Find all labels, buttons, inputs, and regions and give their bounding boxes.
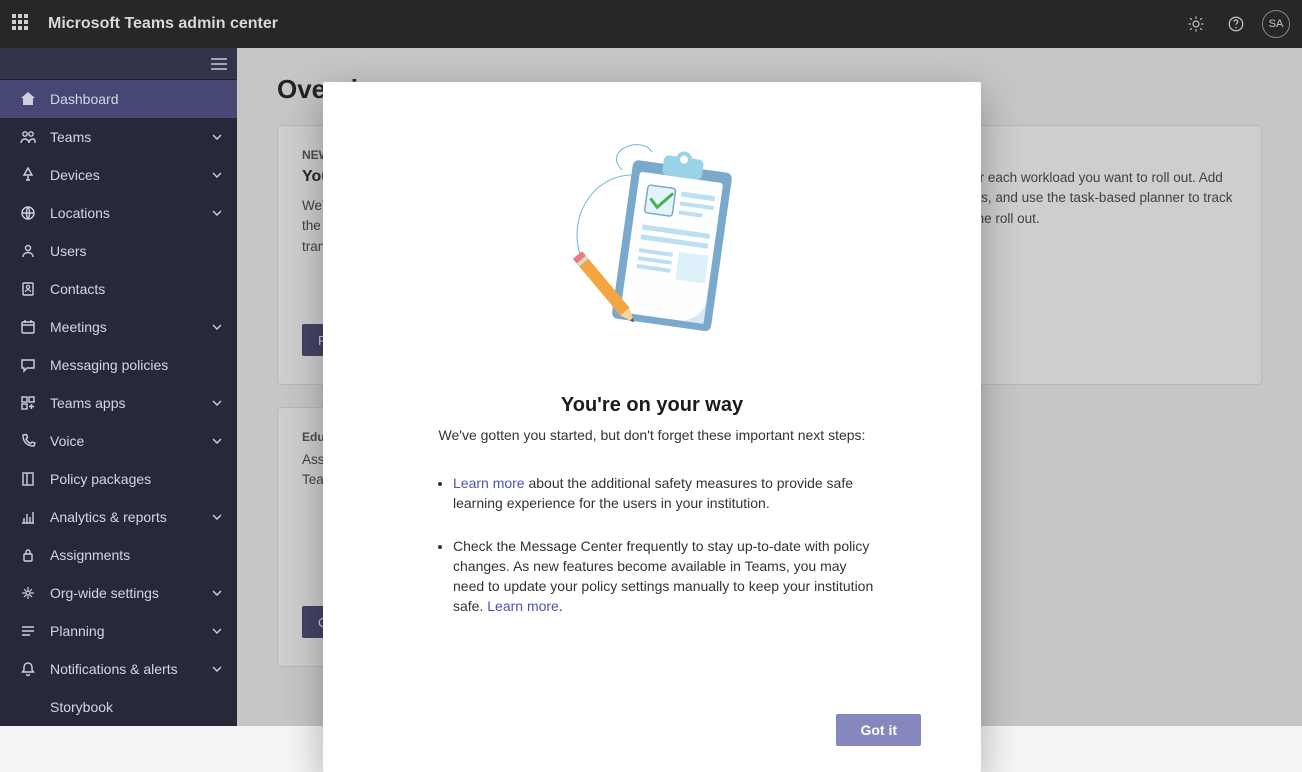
gear-icon — [1187, 15, 1205, 33]
sidebar-item-messaging-policies[interactable]: Messaging policies — [0, 346, 237, 384]
sidebar-item-dashboard[interactable]: Dashboard — [0, 80, 237, 118]
package-icon — [18, 471, 38, 487]
hamburger-icon[interactable] — [211, 58, 227, 70]
sidebar-item-label: Devices — [50, 167, 209, 183]
sidebar-item-meetings[interactable]: Meetings — [0, 308, 237, 346]
modal-title: You're on your way — [383, 394, 921, 417]
sidebar-item-label: Teams apps — [50, 395, 209, 411]
sidebar: Dashboard Teams Devices Locations Users Conta… — [0, 48, 237, 726]
chevron-down-icon — [209, 208, 225, 218]
help-button[interactable] — [1216, 0, 1256, 48]
sidebar-item-label: Notifications & alerts — [50, 661, 209, 677]
help-icon — [1227, 15, 1245, 33]
sidebar-item-label: Voice — [50, 433, 209, 449]
sidebar-item-assignments[interactable]: Assignments — [0, 536, 237, 574]
settings-button[interactable] — [1176, 0, 1216, 48]
sidebar-item-analytics-reports[interactable]: Analytics & reports — [0, 498, 237, 536]
calendar-icon — [18, 319, 38, 335]
chevron-down-icon — [209, 588, 225, 598]
user-avatar[interactable]: SA — [1262, 10, 1290, 38]
sidebar-item-contacts[interactable]: Contacts — [0, 270, 237, 308]
phone-icon — [18, 433, 38, 449]
person-icon — [18, 243, 38, 259]
contacts-icon — [18, 281, 38, 297]
learn-more-safety-link[interactable]: Learn more — [453, 475, 525, 491]
chevron-down-icon — [209, 436, 225, 446]
people-icon — [18, 129, 38, 145]
sidebar-collapse-row — [0, 48, 237, 80]
sidebar-item-label: Assignments — [50, 547, 225, 563]
sidebar-item-label: Storybook — [50, 699, 225, 715]
sidebar-item-devices[interactable]: Devices — [0, 156, 237, 194]
sidebar-item-users[interactable]: Users — [0, 232, 237, 270]
sidebar-item-policy-packages[interactable]: Policy packages — [0, 460, 237, 498]
sidebar-item-label: Org-wide settings — [50, 585, 209, 601]
sidebar-item-label: Analytics & reports — [50, 509, 209, 525]
chevron-down-icon — [209, 664, 225, 674]
got-it-button[interactable]: Got it — [836, 714, 921, 746]
modal-bullet-2: Check the Message Center frequently to s… — [453, 536, 881, 617]
chevron-down-icon — [209, 398, 225, 408]
apps-icon — [18, 395, 38, 411]
device-icon — [18, 167, 38, 183]
sidebar-item-teams[interactable]: Teams — [0, 118, 237, 156]
modal-subtitle: We've gotten you started, but don't forg… — [383, 427, 921, 443]
planning-icon — [18, 623, 38, 639]
chevron-down-icon — [209, 512, 225, 522]
sidebar-item-label: Policy packages — [50, 471, 225, 487]
chevron-down-icon — [209, 322, 225, 332]
sidebar-item-org-wide-settings[interactable]: Org-wide settings — [0, 574, 237, 612]
bell-icon — [18, 661, 38, 677]
app-header: Microsoft Teams admin center SA — [0, 0, 1302, 48]
sidebar-item-locations[interactable]: Locations — [0, 194, 237, 232]
learn-more-message-center-link[interactable]: Learn more — [487, 598, 559, 614]
nav-list: Dashboard Teams Devices Locations Users Conta… — [0, 80, 237, 726]
lock-icon — [18, 547, 38, 563]
sidebar-item-label: Teams — [50, 129, 209, 145]
home-icon — [18, 91, 38, 107]
org-icon — [18, 585, 38, 601]
chevron-down-icon — [209, 626, 225, 636]
chevron-down-icon — [209, 170, 225, 180]
sidebar-item-planning[interactable]: Planning — [0, 612, 237, 650]
analytics-icon — [18, 509, 38, 525]
sidebar-item-notifications-alerts[interactable]: Notifications & alerts — [0, 650, 237, 688]
sidebar-item-label: Meetings — [50, 319, 209, 335]
sidebar-item-label: Planning — [50, 623, 209, 639]
sidebar-item-label: Dashboard — [50, 91, 225, 107]
sidebar-item-teams-apps[interactable]: Teams apps — [0, 384, 237, 422]
sidebar-item-label: Messaging policies — [50, 357, 225, 373]
sidebar-item-label: Locations — [50, 205, 209, 221]
chat-icon — [18, 357, 38, 373]
sidebar-item-storybook[interactable]: Storybook — [0, 688, 237, 726]
sidebar-item-voice[interactable]: Voice — [0, 422, 237, 460]
chevron-down-icon — [209, 132, 225, 142]
sidebar-item-label: Contacts — [50, 281, 225, 297]
product-title: Microsoft Teams admin center — [48, 15, 278, 33]
onboarding-modal: You're on your way We've gotten you star… — [323, 82, 981, 772]
modal-bullet-1: Learn more about the additional safety m… — [453, 473, 881, 514]
app-launcher-icon[interactable] — [12, 14, 32, 34]
sidebar-item-label: Users — [50, 243, 225, 259]
globe-icon — [18, 205, 38, 221]
clipboard-illustration — [383, 130, 921, 360]
